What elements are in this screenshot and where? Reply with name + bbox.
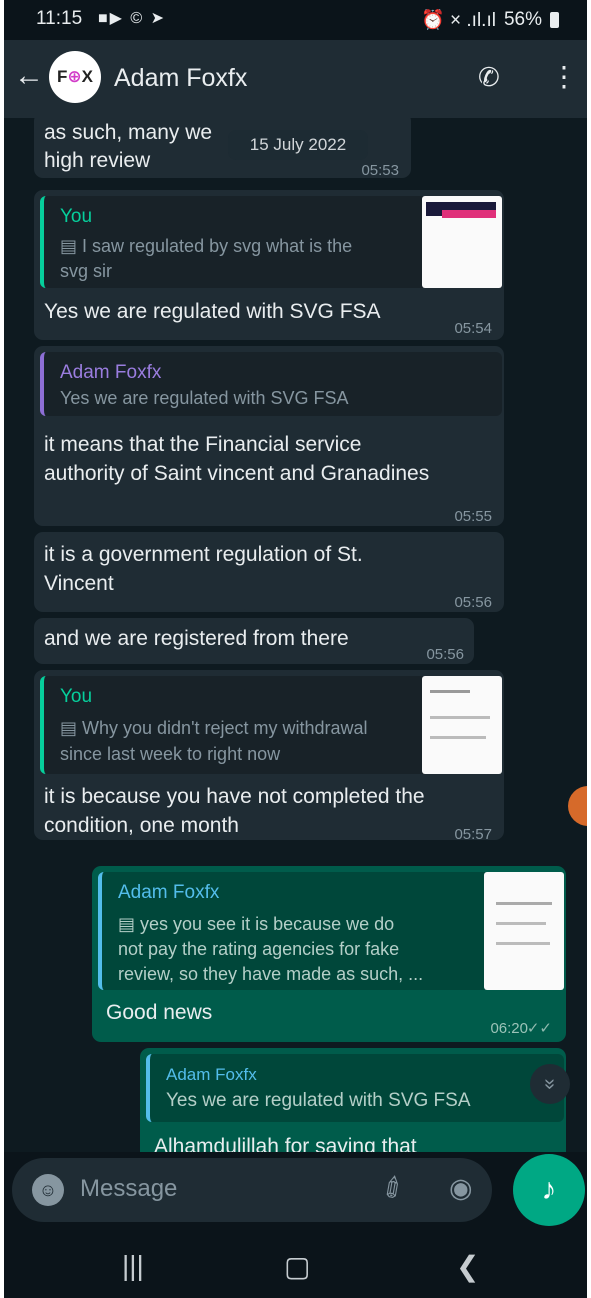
quoted-message[interactable]: You ▤ I saw regulated by svg what is the… xyxy=(40,196,502,288)
quote-text: Yes we are regulated with SVG FSA xyxy=(60,388,349,408)
message-text: Vincent xyxy=(44,572,114,595)
home-icon[interactable]: ▢ xyxy=(284,1250,310,1283)
message-time: 05:56 xyxy=(426,646,464,663)
avatar[interactable]: F ⊕ X xyxy=(49,51,101,103)
avatar-letter: X xyxy=(81,67,93,86)
contact-name[interactable]: Adam Foxfx xyxy=(114,64,247,93)
message-bubble[interactable]: and we are registered from there 05:56 xyxy=(34,618,474,664)
message-text: and we are registered from there xyxy=(44,627,349,650)
add-call-icon[interactable]: ✆ xyxy=(478,62,500,93)
back-arrow-icon[interactable]: ← xyxy=(14,58,44,94)
quote-text: svg sir xyxy=(60,261,113,281)
quote-author: You xyxy=(60,206,93,227)
message-text: Yes we are regulated with SVG FSA xyxy=(44,300,381,323)
chat-header: ← F ⊕ X Adam Foxfx ✆ ⋮ xyxy=(4,40,587,118)
quote-thumbnail xyxy=(422,676,502,774)
quote-text: not pay the rating agencies for fake xyxy=(118,939,400,959)
mic-icon[interactable]: ♪ xyxy=(513,1154,585,1226)
message-text: high review xyxy=(44,149,151,172)
thumbnail-text-line xyxy=(430,736,486,739)
message-bubble-outgoing[interactable]: Adam Foxfx ▤ yes you see it is because w… xyxy=(92,866,566,1042)
system-icons: ⏰ × .ıl.ıl xyxy=(421,10,496,31)
message-bubble[interactable]: Adam Foxfx Yes we are regulated with SVG… xyxy=(34,346,504,526)
phone-screen: 11:15 ■▶ © ➤ ⏰ × .ıl.ıl 56% ← F ⊕ X Adam F… xyxy=(4,0,587,1298)
quoted-message[interactable]: Adam Foxfx Yes we are regulated with SVG… xyxy=(146,1054,564,1122)
read-ticks-icon: ✓✓ xyxy=(526,1020,552,1037)
status-bar: 11:15 ■▶ © ➤ ⏰ × .ıl.ıl 56% xyxy=(4,0,587,40)
message-text: as such, many we xyxy=(44,121,213,144)
message-bubble[interactable]: You ▤ Why you didn't reject my withdrawa… xyxy=(34,670,504,843)
quote-text: since last week to right now xyxy=(60,744,281,764)
message-time: 05:57 xyxy=(454,826,492,843)
more-options-icon[interactable]: ⋮ xyxy=(550,60,578,93)
message-bubble-outgoing[interactable]: Adam Foxfx Yes we are regulated with SVG… xyxy=(140,1048,566,1152)
message-text: authority of Saint vincent and Granadine… xyxy=(44,462,430,485)
date-divider: 15 July 2022 xyxy=(228,130,368,160)
notification-icons: ■▶ © ➤ xyxy=(98,10,167,27)
thumbnail-text-line xyxy=(430,690,470,693)
message-text: Good news xyxy=(106,1001,213,1024)
emoji-icon[interactable]: ☺ xyxy=(32,1174,64,1206)
avatar-logo-mark: ⊕ xyxy=(67,67,82,86)
message-time: 05:54 xyxy=(454,320,492,337)
quote-text: ▤ yes you see it is because we do xyxy=(118,914,395,934)
thumbnail-text-line xyxy=(430,716,490,719)
status-time: 11:15 xyxy=(36,8,83,29)
quote-thumbnail xyxy=(422,196,502,288)
quote-text: ▤ I saw regulated by svg what is the xyxy=(60,236,353,256)
attach-icon[interactable]: ✐ xyxy=(375,1168,413,1208)
thumbnail-text-line xyxy=(496,922,546,925)
quote-author: Adam Foxfx xyxy=(60,362,162,383)
message-bubble[interactable]: it is a government regulation of St. Vin… xyxy=(34,532,504,612)
quoted-message[interactable]: Adam Foxfx ▤ yes you see it is because w… xyxy=(98,872,564,990)
message-time: 05:55 xyxy=(454,508,492,525)
message-time: 05:56 xyxy=(454,594,492,611)
scroll-down-icon[interactable]: » xyxy=(530,1064,570,1104)
thumbnail-text-line xyxy=(496,942,550,945)
quote-thumbnail xyxy=(484,872,564,990)
message-text: it is because you have not completed the xyxy=(44,785,425,808)
message-time: 06:20 xyxy=(490,1020,528,1037)
quote-text: ▤ Why you didn't reject my withdrawal xyxy=(60,718,368,738)
message-input-bar[interactable]: ☺ Message ✐ ◉ xyxy=(12,1158,492,1222)
thumbnail-text-line xyxy=(496,902,552,905)
message-text: Alhamdulillah for saying that xyxy=(154,1135,417,1152)
quote-text: Yes we are regulated with SVG FSA xyxy=(166,1090,471,1111)
quoted-message[interactable]: Adam Foxfx Yes we are regulated with SVG… xyxy=(40,352,502,416)
system-nav-bar: ||| ▢ ❮ xyxy=(4,1236,587,1298)
battery-level: 56% xyxy=(503,9,542,30)
thumbnail-banner xyxy=(442,210,496,218)
quote-author: Adam Foxfx xyxy=(166,1065,257,1084)
quote-author: You xyxy=(60,686,93,707)
recents-icon[interactable]: ||| xyxy=(122,1250,144,1282)
quoted-message[interactable]: You ▤ Why you didn't reject my withdrawa… xyxy=(40,676,502,774)
status-right: ⏰ × .ıl.ıl 56% xyxy=(421,8,559,32)
avatar-letter: F xyxy=(57,67,68,86)
message-text: it is a government regulation of St. xyxy=(44,543,363,566)
battery-icon xyxy=(550,12,559,28)
message-input[interactable]: Message xyxy=(80,1175,177,1203)
camera-icon[interactable]: ◉ xyxy=(449,1173,473,1204)
message-bubble[interactable]: You ▤ I saw regulated by svg what is the… xyxy=(34,190,504,340)
message-text: condition, one month xyxy=(44,814,239,837)
quote-author: Adam Foxfx xyxy=(118,882,220,903)
message-time: 05:53 xyxy=(361,162,399,179)
message-text: it means that the Financial service xyxy=(44,433,362,456)
back-nav-icon[interactable]: ❮ xyxy=(456,1250,479,1283)
quote-text: review, so they have made as such, ... xyxy=(118,964,424,984)
chat-messages[interactable]: as such, many we high review 05:53 15 Ju… xyxy=(4,118,587,1152)
